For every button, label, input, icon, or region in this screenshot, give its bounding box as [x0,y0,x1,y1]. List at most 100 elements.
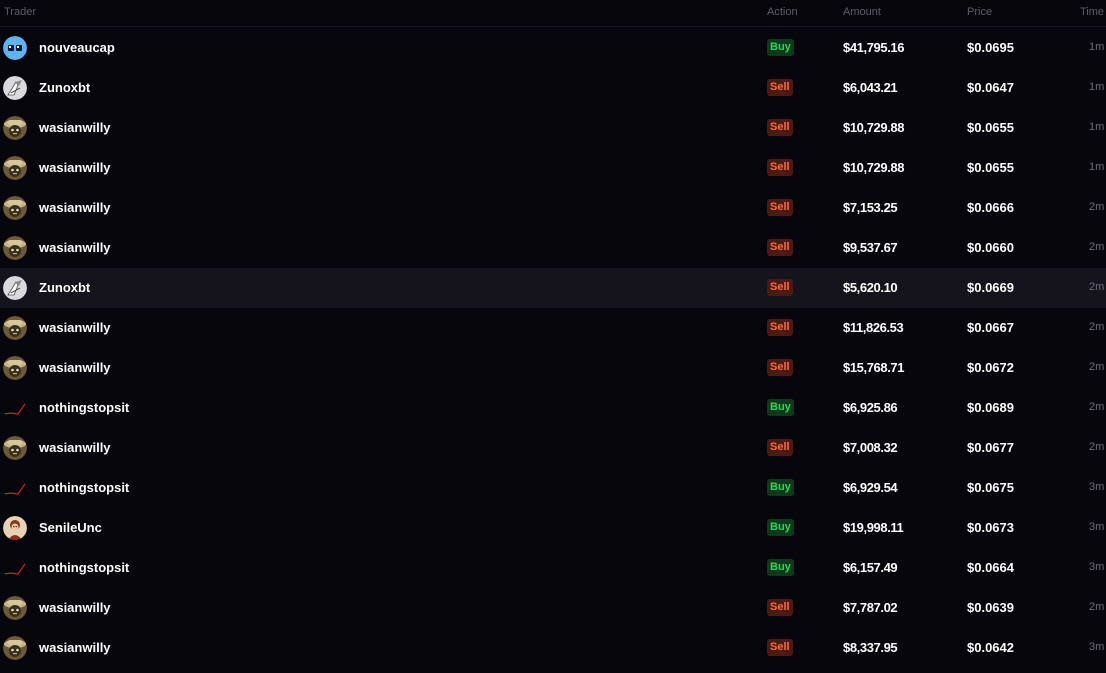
trade-amount: $7,787.02 [843,600,898,615]
table-row[interactable]: wasianwilly Sell $15,768.71 $0.0672 2m [0,348,1106,388]
trade-time: 3m [1089,641,1105,653]
trade-time: 3m [1089,521,1105,533]
action-badge: Sell [767,159,793,176]
trader-avatar[interactable] [3,196,27,220]
trader-name[interactable]: nothingstopsit [39,400,129,415]
trader-name[interactable]: nothingstopsit [39,560,129,575]
trade-amount: $15,768.71 [843,360,905,375]
trade-amount: $6,157.49 [843,560,898,575]
trader-name[interactable]: wasianwilly [39,600,111,615]
column-header-trader[interactable]: Trader [4,6,36,18]
white-bird-avatar [3,76,27,100]
white-bird-avatar [3,276,27,300]
column-header-amount[interactable]: Amount [843,6,881,18]
trader-avatar[interactable] [3,556,27,580]
trader-avatar[interactable] [3,636,27,660]
trader-name[interactable]: wasianwilly [39,360,111,375]
table-row[interactable]: Zunoxbt Sell $6,043.21 $0.0647 1m [0,68,1106,108]
cat-hat-avatar [3,156,27,180]
trade-time: 3m [1089,561,1105,573]
trader-avatar[interactable] [3,236,27,260]
trade-time: 1m [1089,81,1105,93]
trade-price: $0.0667 [967,320,1014,335]
table-row[interactable]: wasianwilly Sell $8,337.95 $0.0642 3m [0,628,1106,668]
trade-price: $0.0675 [967,480,1014,495]
trade-price: $0.0673 [967,520,1014,535]
table-row[interactable]: SenileUnc Buy $19,998.11 $0.0673 3m [0,508,1106,548]
trader-avatar[interactable] [3,396,27,420]
blue-eyes-avatar [3,36,27,60]
red-line-avatar [3,396,27,420]
action-badge: Sell [767,279,793,296]
trade-price: $0.0677 [967,440,1014,455]
trade-amount: $19,998.11 [843,520,904,535]
trader-avatar[interactable] [3,316,27,340]
trade-price: $0.0655 [967,160,1014,175]
trade-amount: $10,729.88 [843,120,905,135]
trader-name[interactable]: wasianwilly [39,320,111,335]
trader-avatar[interactable] [3,516,27,540]
trader-name[interactable]: Zunoxbt [39,280,90,295]
table-row[interactable]: wasianwilly Sell $7,153.25 $0.0666 2m [0,188,1106,228]
trader-name[interactable]: wasianwilly [39,640,111,655]
trader-name[interactable]: wasianwilly [39,160,111,175]
trade-amount: $5,620.10 [843,280,898,295]
trade-price: $0.0669 [967,280,1014,295]
trader-avatar[interactable] [3,436,27,460]
table-row[interactable]: wasianwilly Sell $11,826.53 $0.0667 2m [0,308,1106,348]
table-row[interactable]: Zunoxbt Sell $5,620.10 $0.0669 2m [0,268,1106,308]
trade-amount: $11,826.53 [843,320,904,335]
trade-price: $0.0639 [967,600,1014,615]
trader-avatar[interactable] [3,36,27,60]
column-header-time[interactable]: Time [1080,6,1104,18]
trade-amount: $6,929.54 [843,480,898,495]
brown-character-avatar [3,516,27,540]
trader-avatar[interactable] [3,116,27,140]
trader-avatar[interactable] [3,596,27,620]
cat-hat-avatar [3,196,27,220]
trade-time: 2m [1089,441,1105,453]
trade-amount: $41,795.16 [843,40,905,55]
trader-avatar[interactable] [3,476,27,500]
table-row[interactable]: nothingstopsit Buy $6,925.86 $0.0689 2m [0,388,1106,428]
table-row[interactable]: nothingstopsit Buy $6,157.49 $0.0664 3m [0,548,1106,588]
trade-amount: $8,337.95 [843,640,898,655]
table-row[interactable]: nothingstopsit Buy $6,929.54 $0.0675 3m [0,468,1106,508]
trader-name[interactable]: wasianwilly [39,200,111,215]
trade-amount: $9,537.67 [843,240,898,255]
action-badge: Sell [767,119,793,136]
table-row[interactable]: nouveaucap Buy $41,795.16 $0.0695 1m [0,28,1106,68]
trader-avatar[interactable] [3,156,27,180]
trader-name[interactable]: wasianwilly [39,440,111,455]
table-row[interactable]: wasianwilly Sell $10,729.88 $0.0655 1m [0,108,1106,148]
trade-price: $0.0689 [967,400,1014,415]
red-line-avatar [3,476,27,500]
trader-name[interactable]: wasianwilly [39,240,111,255]
trade-price: $0.0660 [967,240,1014,255]
column-header-action[interactable]: Action [767,6,798,18]
trade-time: 1m [1089,161,1105,173]
trader-name[interactable]: nothingstopsit [39,480,129,495]
table-row[interactable]: wasianwilly Sell $7,008.32 $0.0677 2m [0,428,1106,468]
trade-amount: $6,043.21 [843,80,898,95]
trader-name[interactable]: SenileUnc [39,520,102,535]
cat-hat-avatar [3,236,27,260]
trades-list: nouveaucap Buy $41,795.16 $0.0695 1m Zun… [0,28,1106,668]
table-row[interactable]: wasianwilly Sell $10,729.88 $0.0655 1m [0,148,1106,188]
action-badge: Sell [767,599,793,616]
action-badge: Sell [767,199,793,216]
trades-table: Trader Action Amount Price Time nouveauc… [0,0,1106,673]
trader-name[interactable]: Zunoxbt [39,80,90,95]
trader-avatar[interactable] [3,276,27,300]
trader-avatar[interactable] [3,76,27,100]
cat-hat-avatar [3,316,27,340]
trade-time: 2m [1089,401,1105,413]
cat-hat-avatar [3,636,27,660]
table-row[interactable]: wasianwilly Sell $7,787.02 $0.0639 2m [0,588,1106,628]
trader-name[interactable]: nouveaucap [39,40,115,55]
trader-name[interactable]: wasianwilly [39,120,111,135]
trader-avatar[interactable] [3,356,27,380]
trade-price: $0.0664 [967,560,1014,575]
table-row[interactable]: wasianwilly Sell $9,537.67 $0.0660 2m [0,228,1106,268]
column-header-price[interactable]: Price [967,6,992,18]
